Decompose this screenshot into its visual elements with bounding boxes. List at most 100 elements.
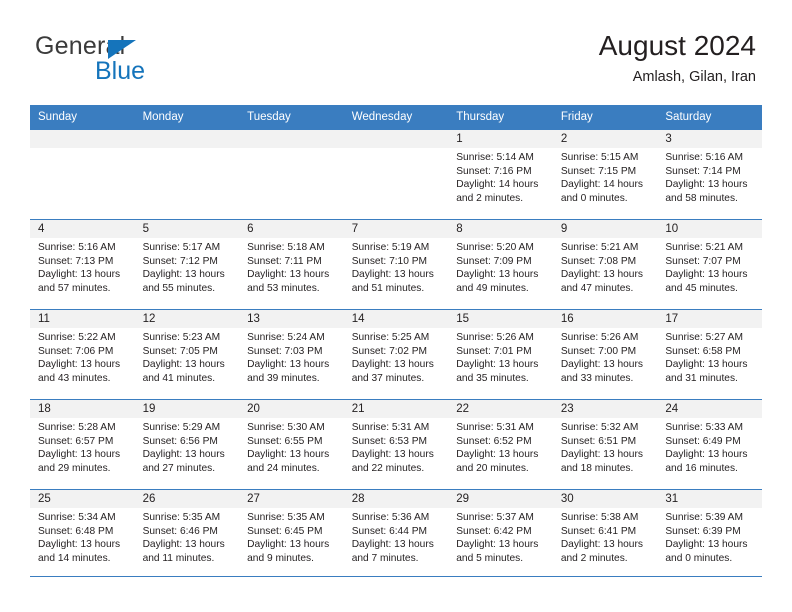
daylight-text-line2: and 58 minutes. bbox=[665, 192, 738, 204]
page-header: General Blue August 2024 Amlash, Gilan, … bbox=[30, 28, 762, 98]
day-number: 26 bbox=[134, 490, 240, 508]
sunset-text: Sunset: 7:11 PM bbox=[247, 255, 322, 267]
day-number: 20 bbox=[239, 400, 344, 418]
sunset-text: Sunset: 6:44 PM bbox=[351, 525, 428, 537]
sunrise-text: Sunrise: 5:31 AM bbox=[456, 422, 534, 433]
calendar-day-cell[interactable]: 24 Sunrise: 5:33 AM Sunset: 6:49 PM Dayl… bbox=[657, 399, 762, 490]
daylight-text-line2: and 57 minutes. bbox=[38, 282, 111, 294]
daylight-text-line2: and 16 minutes. bbox=[665, 462, 738, 474]
sunrise-text: Sunrise: 5:26 AM bbox=[456, 332, 534, 343]
daylight-text-line2: and 20 minutes. bbox=[456, 462, 529, 474]
calendar-day-cell[interactable]: 16 Sunrise: 5:26 AM Sunset: 7:00 PM Dayl… bbox=[552, 309, 658, 400]
calendar-day-cell[interactable]: 21 Sunrise: 5:31 AM Sunset: 6:53 PM Dayl… bbox=[343, 399, 449, 490]
page-title: August 2024 bbox=[598, 30, 756, 61]
day-details: Sunrise: 5:25 AM Sunset: 7:02 PM Dayligh… bbox=[344, 328, 449, 385]
sunset-text: Sunset: 6:45 PM bbox=[247, 525, 323, 537]
day-details: Sunrise: 5:29 AM Sunset: 6:56 PM Dayligh… bbox=[135, 418, 240, 475]
daylight-text-line2: and 29 minutes. bbox=[38, 462, 111, 474]
day-number bbox=[239, 130, 344, 148]
sunrise-text: Sunrise: 5:28 AM bbox=[38, 422, 116, 433]
day-details: Sunrise: 5:26 AM Sunset: 7:00 PM Dayligh… bbox=[553, 328, 658, 385]
daylight-text-line2: and 53 minutes. bbox=[247, 282, 320, 294]
daylight-text-line2: and 9 minutes. bbox=[247, 552, 314, 564]
day-number bbox=[343, 130, 449, 148]
calendar-day-cell[interactable] bbox=[239, 130, 344, 220]
calendar-day-cell[interactable]: 6 Sunrise: 5:18 AM Sunset: 7:11 PM Dayli… bbox=[239, 219, 344, 310]
calendar-day-cell[interactable]: 18 Sunrise: 5:28 AM Sunset: 6:57 PM Dayl… bbox=[30, 399, 135, 490]
calendar-week-row: 18 Sunrise: 5:28 AM Sunset: 6:57 PM Dayl… bbox=[30, 399, 762, 490]
day-details: Sunrise: 5:31 AM Sunset: 6:52 PM Dayligh… bbox=[448, 418, 553, 475]
day-details: Sunrise: 5:16 AM Sunset: 7:14 PM Dayligh… bbox=[657, 148, 762, 205]
calendar-day-cell[interactable]: 1 Sunrise: 5:14 AM Sunset: 7:16 PM Dayli… bbox=[448, 130, 553, 220]
calendar-day-cell[interactable]: 13 Sunrise: 5:24 AM Sunset: 7:03 PM Dayl… bbox=[239, 309, 344, 400]
weekday-header-tuesday: Tuesday bbox=[239, 105, 344, 130]
calendar-day-cell[interactable]: 9 Sunrise: 5:21 AM Sunset: 7:08 PM Dayli… bbox=[552, 219, 658, 310]
calendar-day-cell[interactable]: 5 Sunrise: 5:17 AM Sunset: 7:12 PM Dayli… bbox=[134, 219, 240, 310]
calendar-day-cell[interactable]: 27 Sunrise: 5:35 AM Sunset: 6:45 PM Dayl… bbox=[239, 489, 344, 579]
sunrise-text: Sunrise: 5:21 AM bbox=[560, 242, 639, 253]
sunrise-text: Sunrise: 5:35 AM bbox=[247, 512, 325, 523]
sunrise-text: Sunrise: 5:26 AM bbox=[560, 332, 639, 343]
calendar-day-cell[interactable]: 19 Sunrise: 5:29 AM Sunset: 6:56 PM Dayl… bbox=[134, 399, 240, 490]
daylight-text-line2: and 41 minutes. bbox=[142, 372, 216, 384]
sunset-text: Sunset: 6:39 PM bbox=[665, 525, 741, 537]
sunset-text: Sunset: 7:09 PM bbox=[456, 255, 532, 267]
calendar-day-cell[interactable]: 14 Sunrise: 5:25 AM Sunset: 7:02 PM Dayl… bbox=[343, 309, 449, 400]
day-number: 12 bbox=[134, 310, 240, 328]
sunrise-text: Sunrise: 5:18 AM bbox=[247, 242, 325, 253]
day-number: 13 bbox=[239, 310, 344, 328]
calendar-day-cell[interactable] bbox=[343, 130, 449, 220]
day-details bbox=[239, 148, 344, 151]
calendar-day-cell[interactable]: 31 Sunrise: 5:39 AM Sunset: 6:39 PM Dayl… bbox=[657, 489, 762, 579]
calendar-day-cell[interactable]: 20 Sunrise: 5:30 AM Sunset: 6:55 PM Dayl… bbox=[239, 399, 344, 490]
calendar-day-cell[interactable]: 23 Sunrise: 5:32 AM Sunset: 6:51 PM Dayl… bbox=[552, 399, 658, 490]
calendar-day-cell[interactable]: 10 Sunrise: 5:21 AM Sunset: 7:07 PM Dayl… bbox=[657, 219, 762, 310]
calendar-day-cell[interactable]: 3 Sunrise: 5:16 AM Sunset: 7:14 PM Dayli… bbox=[657, 130, 762, 220]
daylight-text-line1: Daylight: 13 hours bbox=[560, 539, 643, 551]
daylight-text-line1: Daylight: 13 hours bbox=[665, 539, 748, 551]
calendar-day-cell[interactable]: 26 Sunrise: 5:35 AM Sunset: 6:46 PM Dayl… bbox=[134, 489, 240, 579]
calendar-day-cell[interactable]: 4 Sunrise: 5:16 AM Sunset: 7:13 PM Dayli… bbox=[30, 219, 135, 310]
day-number: 23 bbox=[552, 400, 658, 418]
day-details: Sunrise: 5:17 AM Sunset: 7:12 PM Dayligh… bbox=[135, 238, 240, 295]
calendar-day-cell[interactable] bbox=[30, 130, 135, 220]
daylight-text-line2: and 35 minutes. bbox=[456, 372, 529, 384]
calendar-day-cell[interactable]: 30 Sunrise: 5:38 AM Sunset: 6:41 PM Dayl… bbox=[552, 489, 658, 579]
daylight-text-line1: Daylight: 13 hours bbox=[247, 539, 330, 551]
calendar-day-cell[interactable]: 29 Sunrise: 5:37 AM Sunset: 6:42 PM Dayl… bbox=[448, 489, 553, 579]
daylight-text-line1: Daylight: 13 hours bbox=[247, 269, 330, 281]
calendar-day-cell[interactable]: 8 Sunrise: 5:20 AM Sunset: 7:09 PM Dayli… bbox=[448, 219, 553, 310]
sunset-text: Sunset: 7:13 PM bbox=[38, 255, 114, 267]
day-number: 11 bbox=[30, 310, 135, 328]
sunset-text: Sunset: 6:56 PM bbox=[142, 435, 218, 447]
title-block: August 2024 Amlash, Gilan, Iran bbox=[599, 28, 756, 88]
calendar-day-cell[interactable]: 11 Sunrise: 5:22 AM Sunset: 7:06 PM Dayl… bbox=[30, 309, 135, 400]
day-number: 14 bbox=[343, 310, 449, 328]
calendar-day-cell[interactable]: 7 Sunrise: 5:19 AM Sunset: 7:10 PM Dayli… bbox=[343, 219, 449, 310]
calendar-day-cell[interactable]: 22 Sunrise: 5:31 AM Sunset: 6:52 PM Dayl… bbox=[448, 399, 553, 490]
sunrise-text: Sunrise: 5:23 AM bbox=[142, 332, 221, 343]
daylight-text-line1: Daylight: 13 hours bbox=[38, 449, 121, 461]
calendar-day-cell[interactable]: 28 Sunrise: 5:36 AM Sunset: 6:44 PM Dayl… bbox=[343, 489, 449, 579]
daylight-text-line2: and 43 minutes. bbox=[38, 372, 111, 384]
daylight-text-line1: Daylight: 13 hours bbox=[665, 179, 748, 191]
sunset-text: Sunset: 7:05 PM bbox=[142, 345, 218, 357]
daylight-text-line2: and 24 minutes. bbox=[247, 462, 320, 474]
calendar-body: 1 Sunrise: 5:14 AM Sunset: 7:16 PM Dayli… bbox=[30, 130, 762, 579]
calendar-day-cell[interactable]: 17 Sunrise: 5:27 AM Sunset: 6:58 PM Dayl… bbox=[657, 309, 762, 400]
day-details: Sunrise: 5:31 AM Sunset: 6:53 PM Dayligh… bbox=[344, 418, 449, 475]
day-number: 16 bbox=[552, 310, 658, 328]
daylight-text-line1: Daylight: 14 hours bbox=[456, 179, 539, 191]
sunset-text: Sunset: 7:06 PM bbox=[38, 345, 114, 357]
brand-logo[interactable]: General Blue bbox=[35, 32, 255, 94]
brand-name-blue: Blue bbox=[95, 57, 146, 85]
day-number: 15 bbox=[448, 310, 553, 328]
calendar-day-cell[interactable]: 25 Sunrise: 5:34 AM Sunset: 6:48 PM Dayl… bbox=[30, 489, 135, 579]
calendar-day-cell[interactable]: 2 Sunrise: 5:15 AM Sunset: 7:15 PM Dayli… bbox=[552, 130, 658, 220]
calendar-header-row: Sunday Monday Tuesday Wednesday Thursday… bbox=[30, 105, 762, 130]
day-number: 30 bbox=[552, 490, 658, 508]
sunset-text: Sunset: 7:00 PM bbox=[560, 345, 637, 357]
calendar-day-cell[interactable] bbox=[134, 130, 240, 220]
calendar-day-cell[interactable]: 12 Sunrise: 5:23 AM Sunset: 7:05 PM Dayl… bbox=[134, 309, 240, 400]
calendar-day-cell[interactable]: 15 Sunrise: 5:26 AM Sunset: 7:01 PM Dayl… bbox=[448, 309, 553, 400]
